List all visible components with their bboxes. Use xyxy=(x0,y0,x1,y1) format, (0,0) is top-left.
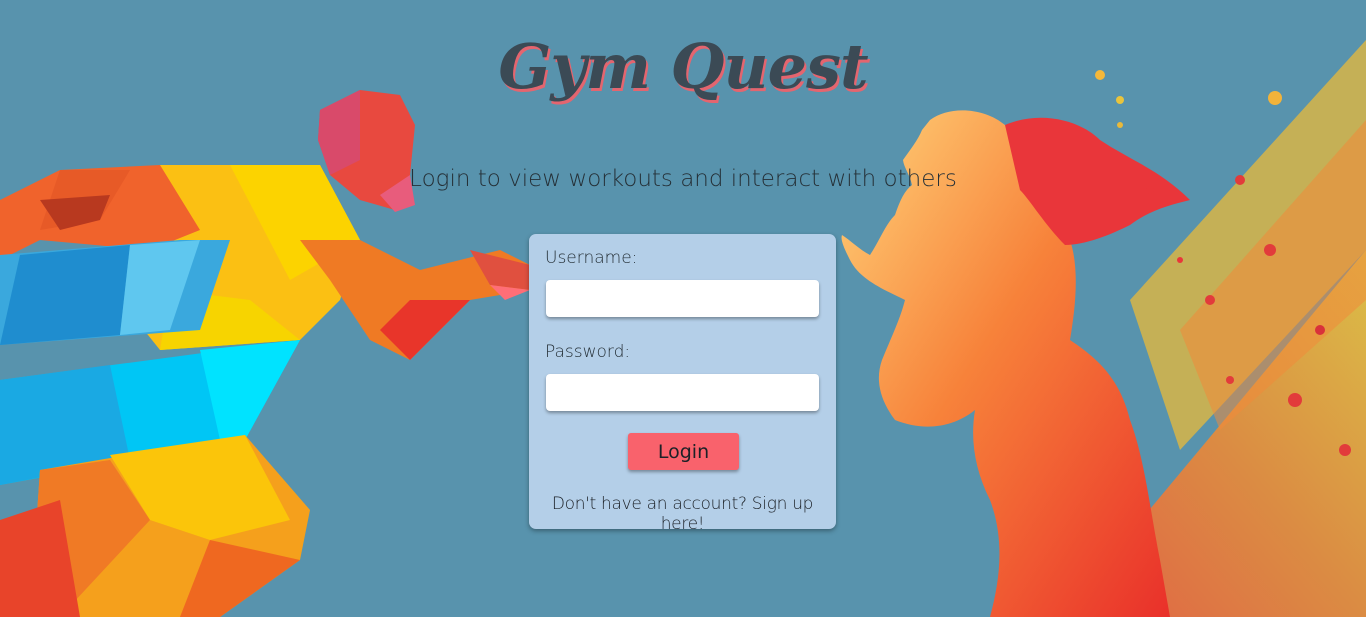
password-label: Password: xyxy=(545,342,631,362)
username-field[interactable] xyxy=(546,280,819,317)
signup-link[interactable]: Don't have an account? Sign up here! xyxy=(529,494,836,534)
login-form: Username: Password: Login Don't have an … xyxy=(529,234,836,534)
username-label: Username: xyxy=(545,248,638,268)
password-field[interactable] xyxy=(546,374,819,411)
page-subtitle: Login to view workouts and interact with… xyxy=(409,166,957,192)
login-button[interactable]: Login xyxy=(628,433,739,470)
app-title: Gym Quest xyxy=(498,30,868,103)
